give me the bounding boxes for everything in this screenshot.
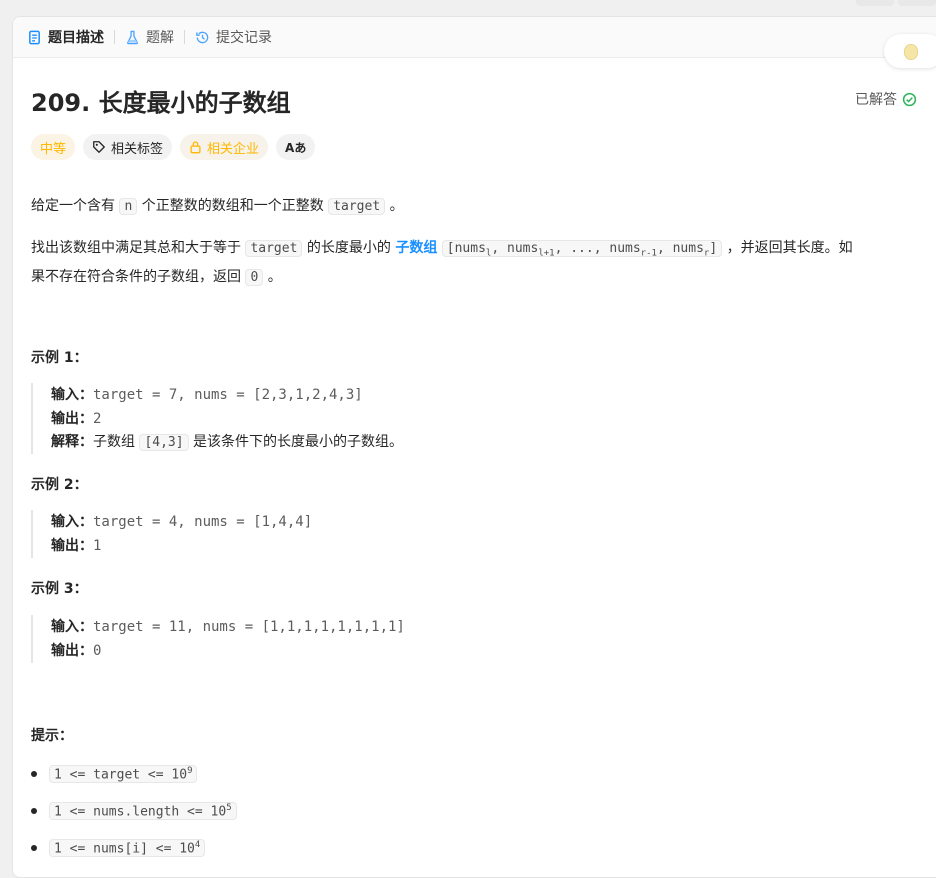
example-3-heading: 示例 3： — [31, 581, 88, 597]
constraint-exponent: 5 — [226, 803, 232, 813]
input-label: 输入： — [51, 619, 93, 635]
input-label: 输入： — [51, 514, 93, 530]
example-1-block: 输入：target = 7, nums = [2,3,1,2,4,3] 输出：2… — [31, 383, 403, 454]
inline-code: [4,3] — [139, 434, 189, 451]
inline-code: 0 — [245, 268, 264, 286]
example-output: 0 — [93, 643, 102, 659]
constraint-exponent: 9 — [187, 766, 193, 776]
history-icon — [196, 31, 209, 43]
solved-status: 已解答 — [855, 89, 917, 109]
tab-description[interactable]: 题目描述 — [27, 17, 104, 57]
tab-submissions[interactable]: 提交记录 — [195, 17, 272, 57]
difficulty-badge: 中等 — [31, 134, 76, 160]
text: 子数组 — [93, 434, 140, 450]
constraint-item: 1 <= nums.length <= 105 — [31, 802, 237, 821]
tab-solutions-label: 题解 — [146, 30, 174, 46]
constraint-item: 1 <= nums[i] <= 104 — [31, 839, 206, 858]
tag-icon — [93, 141, 105, 153]
example-input-row: 输入：target = 11, nums = [1,1,1,1,1,1,1,1] — [51, 615, 405, 639]
tab-divider — [114, 30, 115, 44]
input-label: 输入： — [51, 387, 93, 403]
example-input: target = 11, nums = [1,1,1,1,1,1,1,1] — [93, 619, 405, 635]
window-corner-right — [898, 0, 936, 6]
example-input-row: 输入：target = 4, nums = [1,4,4] — [51, 510, 312, 534]
translate-icon: Aあ — [285, 140, 307, 155]
description-paragraph-1: 给定一个含有 n 个正整数的数组和一个正整数 target 。 — [31, 195, 404, 218]
example-explain-row: 解释：子数组 [4,3] 是该条件下的长度最小的子数组。 — [51, 431, 403, 454]
tab-bar: 题目描述 题解 提交记录 — [13, 17, 936, 58]
tab-solutions[interactable]: 题解 — [125, 17, 174, 57]
example-3-block: 输入：target = 11, nums = [1,1,1,1,1,1,1,1]… — [31, 615, 405, 663]
inline-code: target — [328, 198, 386, 215]
description-paragraph-2: 找出该数组中满足其总和大于等于 target 的长度最小的 子数组 [numsl… — [31, 237, 926, 289]
text: 给定一个含有 — [31, 198, 120, 214]
example-2-block: 输入：target = 4, nums = [1,4,4] 输出：1 — [31, 510, 312, 558]
related-tags-button[interactable]: 相关标签 — [83, 134, 173, 160]
subarray-link[interactable]: 子数组 — [395, 240, 437, 256]
text: ，并返回其长度。如 — [722, 240, 853, 256]
problem-tags: 中等 相关标签 相关企业 Aあ — [31, 134, 316, 160]
text: 的长度最小的 — [302, 240, 396, 256]
tab-description-label: 题目描述 — [48, 30, 104, 46]
example-output-row: 输出：1 — [51, 534, 312, 558]
text: 个正整数的数组和一个正整数 — [137, 198, 329, 214]
lock-icon — [190, 141, 201, 154]
example-input-row: 输入：target = 7, nums = [2,3,1,2,4,3] — [51, 383, 403, 407]
output-label: 输出： — [51, 411, 93, 427]
constraint-code: 1 <= nums[i] <= 104 — [49, 839, 206, 858]
example-output: 1 — [93, 538, 102, 554]
solved-status-label: 已解答 — [855, 92, 897, 108]
problem-title[interactable]: 209. 长度最小的子数组 — [31, 83, 291, 118]
example-2-heading: 示例 2： — [31, 477, 88, 493]
check-circle-icon — [902, 92, 917, 106]
text: 果不存在符合条件的子数组，返回 — [31, 268, 246, 285]
tab-divider — [184, 30, 185, 44]
example-1-heading: 示例 1： — [31, 350, 88, 366]
related-companies-button[interactable]: 相关企业 — [180, 134, 269, 160]
example-output-row: 输出：2 — [51, 407, 403, 431]
problem-panel: 题目描述 题解 提交记录 209. 长度最小的子数组 已解答 中等 相关标签 相… — [12, 16, 936, 878]
tab-submissions-label: 提交记录 — [216, 30, 272, 46]
related-companies-label: 相关企业 — [207, 141, 260, 157]
bullet — [31, 808, 37, 815]
bullet — [31, 845, 37, 852]
bullet — [31, 771, 37, 778]
window-corner-left — [856, 0, 894, 6]
constraint-code: 1 <= nums.length <= 105 — [49, 802, 237, 821]
constraint-exponent: 4 — [194, 840, 201, 850]
subarray-notation: [numsl, numsl+1, ..., numsr-1, numsr] — [441, 240, 723, 259]
constraints-heading: 提示： — [31, 728, 73, 744]
constraint-text: 1 <= nums.length <= 10 — [54, 804, 227, 820]
constraint-text: 1 <= target <= 10 — [54, 767, 188, 783]
explain-label: 解释： — [51, 434, 93, 450]
constraint-text: 1 <= nums[i] <= 10 — [54, 841, 195, 857]
inline-code: n — [119, 198, 138, 215]
output-label: 输出： — [51, 643, 93, 659]
related-tags-label: 相关标签 — [111, 141, 164, 157]
text: 。 — [385, 198, 404, 214]
constraint-item: 1 <= target <= 109 — [31, 765, 198, 784]
floating-coin-button[interactable] — [884, 34, 936, 68]
example-input: target = 4, nums = [1,4,4] — [93, 514, 313, 530]
text: 是该条件下的长度最小的子数组。 — [188, 434, 404, 450]
constraint-code: 1 <= target <= 109 — [49, 765, 198, 784]
example-output: 2 — [93, 411, 102, 427]
example-output-row: 输出：0 — [51, 639, 405, 663]
coin-icon — [904, 44, 918, 60]
translate-button[interactable]: Aあ — [276, 134, 316, 160]
text: 。 — [263, 268, 282, 285]
flask-icon — [127, 30, 138, 44]
output-label: 输出： — [51, 538, 93, 554]
document-icon — [29, 30, 40, 44]
inline-code: target — [245, 240, 303, 257]
text: 找出该数组中满足其总和大于等于 — [31, 240, 246, 256]
example-input: target = 7, nums = [2,3,1,2,4,3] — [93, 387, 363, 403]
